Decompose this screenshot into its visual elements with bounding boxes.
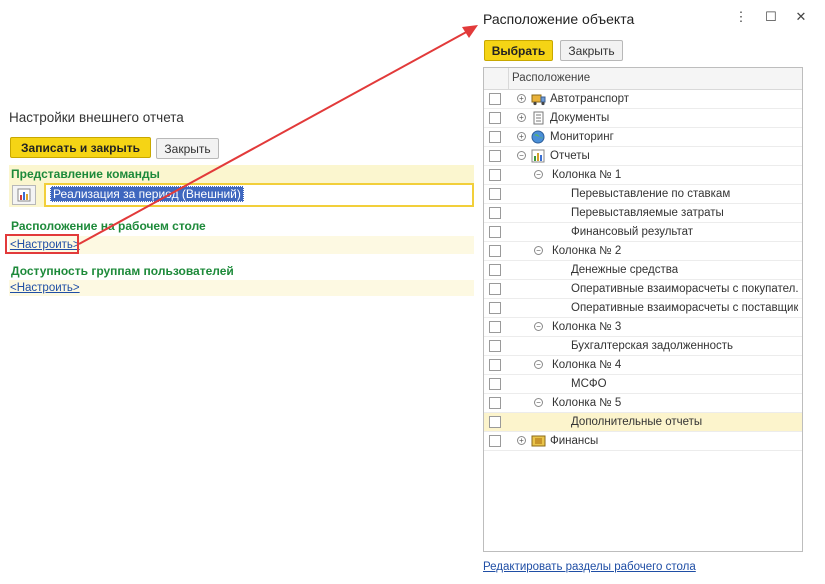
tree-row-label: Бухгалтерская задолженность: [571, 340, 734, 352]
row-checkbox[interactable]: [489, 397, 501, 409]
globe-icon: [531, 130, 546, 144]
tree-row[interactable]: + Мониторинг: [484, 128, 802, 147]
tree-row-label: Финансы: [550, 435, 599, 447]
tree-row-label: Колонка № 5: [552, 397, 622, 409]
row-checkbox[interactable]: [489, 264, 501, 276]
tree-row[interactable]: МСФО: [484, 375, 802, 394]
row-checkbox[interactable]: [489, 245, 501, 257]
collapse-icon[interactable]: −: [534, 360, 543, 369]
row-checkbox[interactable]: [489, 302, 501, 314]
tree-row-label: Колонка № 1: [552, 169, 622, 181]
tree-row[interactable]: Бухгалтерская задолженность: [484, 337, 802, 356]
row-checkbox[interactable]: [489, 226, 501, 238]
tree-row[interactable]: + Автотранспорт: [484, 90, 802, 109]
tree-row[interactable]: − Колонка № 4: [484, 356, 802, 375]
row-checkbox[interactable]: [489, 359, 501, 371]
select-button[interactable]: Выбрать: [484, 40, 553, 61]
dialog-close-button[interactable]: Закрыть: [560, 40, 623, 61]
maximize-icon[interactable]: ☐: [763, 9, 779, 25]
column-header: Расположение: [512, 72, 591, 84]
tree-row-label: Колонка № 4: [552, 359, 622, 371]
collapse-icon[interactable]: −: [534, 170, 543, 179]
tree-row[interactable]: − Отчеты: [484, 147, 802, 166]
tree-row-label: Перевыставляемые затраты: [571, 207, 724, 219]
expand-icon[interactable]: +: [517, 132, 526, 141]
tree-row[interactable]: Оперативные взаиморасчеты с поставщик...: [484, 299, 802, 318]
tree-row-label: Финансовый результат: [571, 226, 694, 238]
tree-row[interactable]: Финансовый результат: [484, 223, 802, 242]
tree-rows: + Автотранспорт + Документы + Мониторинг − Отче…: [484, 90, 802, 451]
collapse-icon[interactable]: −: [534, 246, 543, 255]
row-checkbox[interactable]: [489, 340, 501, 352]
row-checkbox[interactable]: [489, 321, 501, 333]
edit-desktop-sections-link[interactable]: Редактировать разделы рабочего стола: [483, 561, 696, 573]
tree-row-label: Документы: [550, 112, 610, 124]
more-icon[interactable]: ⋮: [733, 9, 749, 25]
tree-header: Расположение: [484, 68, 802, 90]
tree-row[interactable]: Денежные средства: [484, 261, 802, 280]
row-checkbox[interactable]: [489, 188, 501, 200]
row-checkbox[interactable]: [489, 378, 501, 390]
truck-icon: [531, 92, 546, 106]
tree-row-label: Колонка № 2: [552, 245, 622, 257]
tree-row[interactable]: − Колонка № 3: [484, 318, 802, 337]
report-icon: [531, 149, 546, 163]
tree-row-label: Денежные средства: [571, 264, 679, 276]
row-checkbox[interactable]: [489, 283, 501, 295]
tree-row-label: Перевыставление по ставкам: [571, 188, 731, 200]
tree-row[interactable]: Перевыставление по ставкам: [484, 185, 802, 204]
row-checkbox[interactable]: [489, 112, 501, 124]
tree-row-label: Отчеты: [550, 150, 590, 162]
collapse-icon[interactable]: −: [534, 398, 543, 407]
finance-icon: [531, 434, 546, 448]
tree-row[interactable]: Перевыставляемые затраты: [484, 204, 802, 223]
row-checkbox[interactable]: [489, 169, 501, 181]
row-checkbox[interactable]: [489, 150, 501, 162]
tree-row[interactable]: Дополнительные отчеты: [484, 413, 802, 432]
document-icon: [531, 111, 546, 125]
location-tree[interactable]: Расположение + Автотранспорт + Документы + Мо…: [483, 67, 803, 552]
row-checkbox[interactable]: [489, 93, 501, 105]
tree-row[interactable]: + Финансы: [484, 432, 802, 451]
row-checkbox[interactable]: [489, 435, 501, 447]
expand-icon[interactable]: +: [517, 94, 526, 103]
expand-icon[interactable]: +: [517, 113, 526, 122]
tree-row[interactable]: + Документы: [484, 109, 802, 128]
collapse-icon[interactable]: −: [534, 322, 543, 331]
tree-row-label: Оперативные взаиморасчеты с поставщик...: [571, 302, 798, 314]
close-icon[interactable]: ✕: [793, 9, 809, 25]
tree-row-label: Колонка № 3: [552, 321, 622, 333]
row-checkbox[interactable]: [489, 131, 501, 143]
expand-icon[interactable]: +: [517, 436, 526, 445]
tree-row-label: Автотранспорт: [550, 93, 630, 105]
tree-row[interactable]: − Колонка № 2: [484, 242, 802, 261]
tree-row-label: МСФО: [571, 378, 607, 390]
collapse-icon[interactable]: −: [517, 151, 526, 160]
row-checkbox[interactable]: [489, 416, 501, 428]
dialog-title: Расположение объекта: [483, 11, 635, 27]
tree-row[interactable]: − Колонка № 5: [484, 394, 802, 413]
tree-row-label: Мониторинг: [550, 131, 614, 143]
tree-row[interactable]: Оперативные взаиморасчеты с покупател...: [484, 280, 802, 299]
row-checkbox[interactable]: [489, 207, 501, 219]
tree-row-label: Оперативные взаиморасчеты с покупател...: [571, 283, 798, 295]
tree-row-label: Дополнительные отчеты: [571, 416, 703, 428]
tree-row[interactable]: − Колонка № 1: [484, 166, 802, 185]
